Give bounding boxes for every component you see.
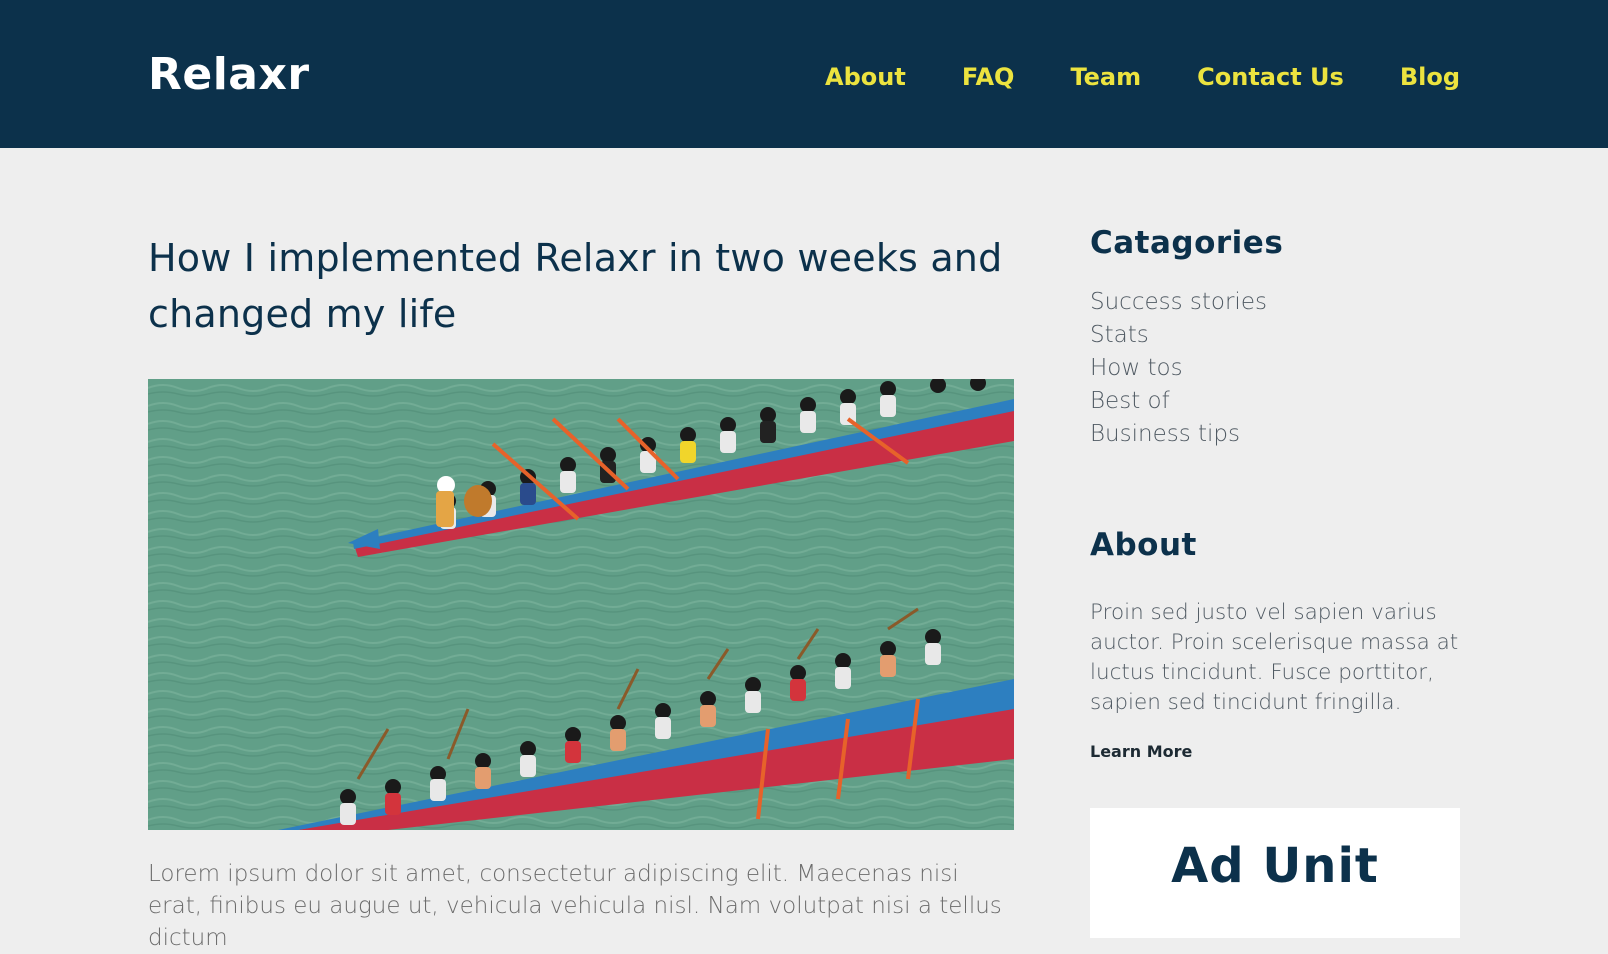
ad-unit[interactable]: Ad Unit	[1090, 808, 1460, 938]
post-title[interactable]: How I implemented Relaxr in two weeks an…	[148, 230, 1014, 342]
nav-faq[interactable]: FAQ	[962, 60, 1015, 94]
site-logo[interactable]: Relaxr	[148, 46, 310, 104]
nav-blog[interactable]: Blog	[1400, 60, 1460, 94]
nav-contact-us[interactable]: Contact Us	[1197, 60, 1344, 94]
category-how-tos[interactable]: How tos	[1090, 352, 1460, 385]
post-hero-image[interactable]	[148, 379, 1014, 830]
nav-team[interactable]: Team	[1070, 60, 1141, 94]
post-excerpt: Lorem ipsum dolor sit amet, consectetur …	[148, 861, 1002, 951]
nav-about[interactable]: About	[825, 60, 906, 94]
learn-more-link[interactable]: Learn More	[1090, 740, 1192, 764]
sidebar: Catagories Success stories Stats How tos…	[1090, 220, 1460, 938]
ad-unit-label: Ad Unit	[1171, 838, 1379, 894]
post-main: How I implemented Relaxr in two weeks an…	[148, 230, 1014, 951]
main-nav: About FAQ Team Contact Us Blog	[825, 60, 1460, 94]
categories-heading: Catagories	[1090, 225, 1284, 261]
categories-list: Success stories Stats How tos Best of Bu…	[1090, 286, 1460, 451]
about-text: Proin sed justo vel sapien varius auctor…	[1090, 600, 1459, 715]
category-best-of[interactable]: Best of	[1090, 385, 1460, 418]
category-business-tips[interactable]: Business tips	[1090, 418, 1460, 451]
category-success-stories[interactable]: Success stories	[1090, 286, 1460, 319]
category-stats[interactable]: Stats	[1090, 319, 1460, 352]
dragon-boat-image	[148, 379, 1014, 830]
about-heading: About	[1090, 527, 1197, 563]
site-header: Relaxr About FAQ Team Contact Us Blog	[0, 0, 1608, 148]
